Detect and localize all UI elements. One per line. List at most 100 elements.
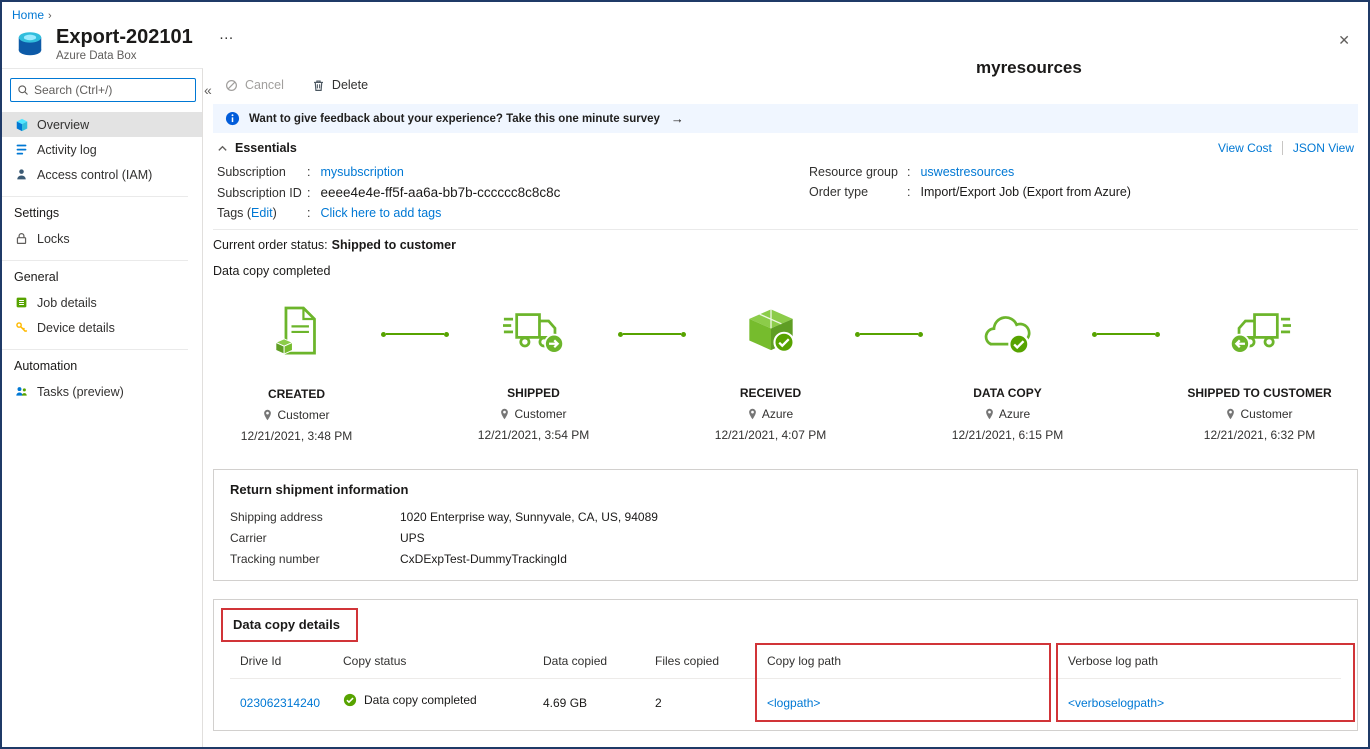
sidebar-item-label: Device details (37, 321, 115, 335)
tags-row: Tags (Edit): Click here to add tags (217, 206, 809, 220)
sidebar-item-label: Locks (37, 232, 70, 246)
essentials-title: Essentials (235, 141, 297, 155)
location-pin-icon (1226, 408, 1235, 420)
sidebar-item-overview[interactable]: Overview (2, 112, 202, 137)
column-header-files-copied: Files copied (655, 654, 767, 668)
data-copy-details-card: Data copy details Drive Id Copy status D… (213, 599, 1358, 731)
copy-status-value: Data copy completed (364, 693, 477, 707)
drive-id-link[interactable]: 023062314240 (240, 696, 320, 710)
sidebar-search-box (10, 78, 196, 102)
data-copy-title: Data copy details (233, 617, 340, 632)
sidebar-section-general: General (2, 261, 202, 290)
sidebar-item-label: Overview (37, 118, 89, 132)
azure-portal-window: Home› Export-202101 Azure Data Box … myr… (0, 0, 1370, 749)
sidebar-section-settings: Settings (2, 197, 202, 226)
data-copied-value: 4.69 GB (543, 696, 655, 710)
stage-location: Customer (1240, 407, 1292, 421)
subscription-link[interactable]: mysubscription (320, 165, 403, 179)
access-control-icon (14, 168, 29, 181)
timeline-stage-received: RECEIVED Azure 12/21/2021, 4:07 PM (693, 300, 848, 443)
stage-name: DATA COPY (930, 386, 1085, 400)
resource-menu-sidebar: « Overview Activity log (2, 68, 203, 747)
job-details-icon (14, 296, 29, 309)
close-icon[interactable]: ✕ (1338, 32, 1350, 49)
stage-datetime: 12/21/2021, 6:32 PM (1167, 428, 1352, 442)
essentials-toggle[interactable]: Essentials (217, 141, 297, 155)
sidebar-item-locks[interactable]: Locks (2, 226, 202, 251)
stage-datetime: 12/21/2021, 3:54 PM (456, 428, 611, 442)
json-view-link[interactable]: JSON View (1293, 141, 1354, 155)
order-type-row: Order type: Import/Export Job (Export fr… (809, 185, 1131, 199)
info-icon (225, 111, 240, 126)
shipped-truck-icon (503, 300, 565, 362)
stage-name: SHIPPED TO CUSTOMER (1167, 386, 1352, 400)
chevron-up-icon (217, 143, 228, 154)
copy-log-path-link[interactable]: <logpath> (767, 696, 820, 710)
arrow-right-icon: → (671, 111, 684, 126)
sidebar-section-automation: Automation (2, 350, 202, 379)
overview-content: Cancel Delete Want to give feedback abou… (203, 68, 1368, 747)
resource-group-link[interactable]: uswestresources (920, 165, 1014, 179)
sidebar-item-access-control[interactable]: Access control (IAM) (2, 162, 202, 187)
stage-name: CREATED (219, 387, 374, 401)
return-truck-icon (1229, 300, 1291, 362)
created-document-icon (274, 300, 320, 362)
stage-datetime: 12/21/2021, 4:07 PM (693, 428, 848, 442)
return-shipment-card: Return shipment information Shipping add… (213, 469, 1358, 581)
sidebar-item-activity-log[interactable]: Activity log (2, 137, 202, 162)
data-copy-table: Drive Id Copy status Data copied Files c… (230, 650, 1341, 716)
column-header-data-copied: Data copied (543, 654, 655, 668)
column-header-verbose-log-path: Verbose log path (1068, 654, 1348, 668)
order-status-value: Shipped to customer (332, 238, 456, 252)
column-header-drive-id: Drive Id (240, 654, 343, 668)
timeline-stage-shipped: SHIPPED Customer 12/21/2021, 3:54 PM (456, 300, 611, 443)
timeline-stage-shipped-to-customer: SHIPPED TO CUSTOMER Customer 12/21/2021,… (1167, 300, 1352, 443)
search-input[interactable] (34, 83, 189, 97)
sidebar-item-job-details[interactable]: Job details (2, 290, 202, 315)
azure-data-box-icon (14, 28, 46, 60)
breadcrumb-home-link[interactable]: Home (12, 8, 44, 22)
page-subtitle: Azure Data Box (56, 50, 193, 62)
stage-name: RECEIVED (693, 386, 848, 400)
device-details-icon (14, 321, 29, 334)
data-copy-cloud-icon (979, 300, 1037, 362)
sidebar-item-label: Activity log (37, 143, 97, 157)
tracking-number-row: Tracking number CxDExpTest-DummyTracking… (230, 552, 1341, 566)
feedback-banner[interactable]: Want to give feedback about your experie… (213, 104, 1358, 133)
order-type-value: Import/Export Job (Export from Azure) (920, 185, 1131, 199)
lock-icon (14, 232, 29, 245)
stage-datetime: 12/21/2021, 6:15 PM (930, 428, 1085, 442)
stage-datetime: 12/21/2021, 3:48 PM (219, 429, 374, 443)
check-circle-icon (343, 693, 357, 707)
add-tags-link[interactable]: Click here to add tags (320, 206, 441, 220)
carrier-row: Carrier UPS (230, 531, 1341, 545)
timeline-stage-created: CREATED Customer 12/21/2021, 3:48 PM (219, 300, 374, 443)
cancel-button[interactable]: Cancel (225, 78, 284, 92)
timeline-connector (1085, 331, 1167, 337)
location-pin-icon (748, 408, 757, 420)
sidebar-item-label: Tasks (preview) (37, 385, 124, 399)
tags-label: Tags (Edit) (217, 206, 305, 220)
search-icon (17, 84, 29, 96)
verbose-log-path-link[interactable]: <verboselogpath> (1068, 696, 1164, 710)
tags-edit-link[interactable]: Edit (251, 206, 273, 220)
column-header-copy-status: Copy status (343, 654, 543, 668)
location-pin-icon (263, 409, 272, 421)
timeline-stage-data-copy: DATA COPY Azure 12/21/2021, 6:15 PM (930, 300, 1085, 443)
more-options-icon[interactable]: … (219, 26, 235, 43)
return-shipment-title: Return shipment information (230, 482, 1341, 497)
resource-group-label: Resource group (809, 165, 905, 179)
stage-location: Customer (514, 407, 566, 421)
sidebar-item-tasks-preview[interactable]: Tasks (preview) (2, 379, 202, 404)
activity-log-icon (14, 143, 29, 156)
resource-group-row: Resource group: uswestresources (809, 165, 1131, 179)
view-cost-link[interactable]: View Cost (1218, 141, 1272, 155)
overview-icon (14, 118, 29, 132)
sidebar-item-label: Job details (37, 296, 97, 310)
order-type-label: Order type (809, 185, 905, 199)
delete-button[interactable]: Delete (312, 78, 368, 92)
essentials-divider (213, 229, 1358, 230)
data-copy-status-text: Data copy completed (213, 264, 1358, 278)
sidebar-item-device-details[interactable]: Device details (2, 315, 202, 340)
order-progress-timeline: CREATED Customer 12/21/2021, 3:48 PM (213, 300, 1358, 443)
